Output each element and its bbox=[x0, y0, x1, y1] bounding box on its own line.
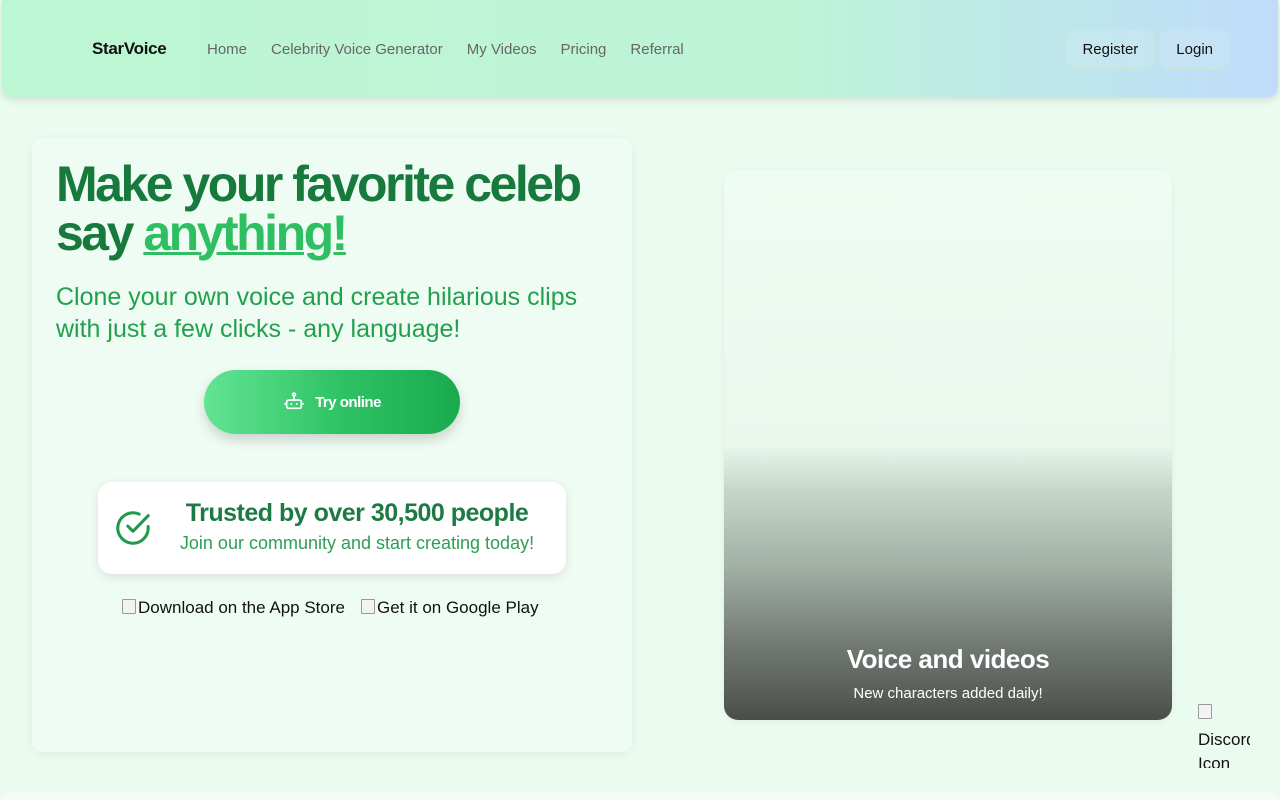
brand-logo[interactable]: StarVoice bbox=[92, 39, 167, 59]
trust-subtitle: Join our community and start creating to… bbox=[179, 533, 535, 553]
hero-subheading: Clone your own voice and create hilariou… bbox=[56, 283, 578, 343]
trust-title: Trusted by over 30,500 people bbox=[185, 499, 529, 527]
hero-headline: Make your favorite celeb say anything! bbox=[56, 159, 616, 261]
google-play-alt: Get it on Google Play bbox=[376, 598, 539, 617]
nav-link-pricing[interactable]: Pricing bbox=[561, 41, 607, 58]
navbar: StarVoice Home Celebrity Voice Generator… bbox=[2, 0, 1278, 97]
google-play-link[interactable]: Get it on Google Play bbox=[360, 598, 539, 618]
check-circle-icon bbox=[114, 509, 152, 552]
login-button[interactable]: Login bbox=[1159, 29, 1230, 69]
try-online-button[interactable]: Try online bbox=[204, 370, 460, 434]
broken-image-icon bbox=[122, 598, 136, 614]
store-links: Download on the App Store Get it on Goog… bbox=[122, 598, 539, 618]
media-card: Voice and videos New characters added da… bbox=[724, 170, 1172, 720]
broken-image-icon bbox=[1198, 704, 1212, 719]
nav-link-referral[interactable]: Referral bbox=[630, 41, 683, 58]
headline-accent: anything! bbox=[143, 205, 348, 261]
next-section bbox=[2, 792, 1278, 800]
robot-icon bbox=[283, 390, 305, 415]
broken-image-icon bbox=[360, 598, 375, 614]
nav-link-home[interactable]: Home bbox=[207, 41, 247, 58]
auth-buttons: Register Login bbox=[1065, 29, 1230, 69]
app-store-link[interactable]: Download on the App Store bbox=[122, 598, 345, 618]
hero-card: Make your favorite celeb say anything! C… bbox=[32, 138, 632, 752]
nav-link-celebrity-voice-generator[interactable]: Celebrity Voice Generator bbox=[271, 41, 443, 58]
discord-link[interactable]: Discord Icon bbox=[1198, 704, 1250, 768]
register-button[interactable]: Register bbox=[1065, 29, 1156, 69]
nav-links: Home Celebrity Voice Generator My Videos… bbox=[207, 41, 708, 58]
try-online-label: Try online bbox=[315, 393, 381, 411]
discord-icon-alt: Discord Icon bbox=[1198, 730, 1250, 768]
trust-badge: Trusted by over 30,500 people Join our c… bbox=[98, 482, 566, 574]
media-subtitle: New characters added daily! bbox=[853, 685, 1043, 702]
nav-link-my-videos[interactable]: My Videos bbox=[467, 41, 537, 58]
media-title: Voice and videos bbox=[846, 644, 1050, 674]
app-store-alt: Download on the App Store bbox=[138, 598, 345, 617]
